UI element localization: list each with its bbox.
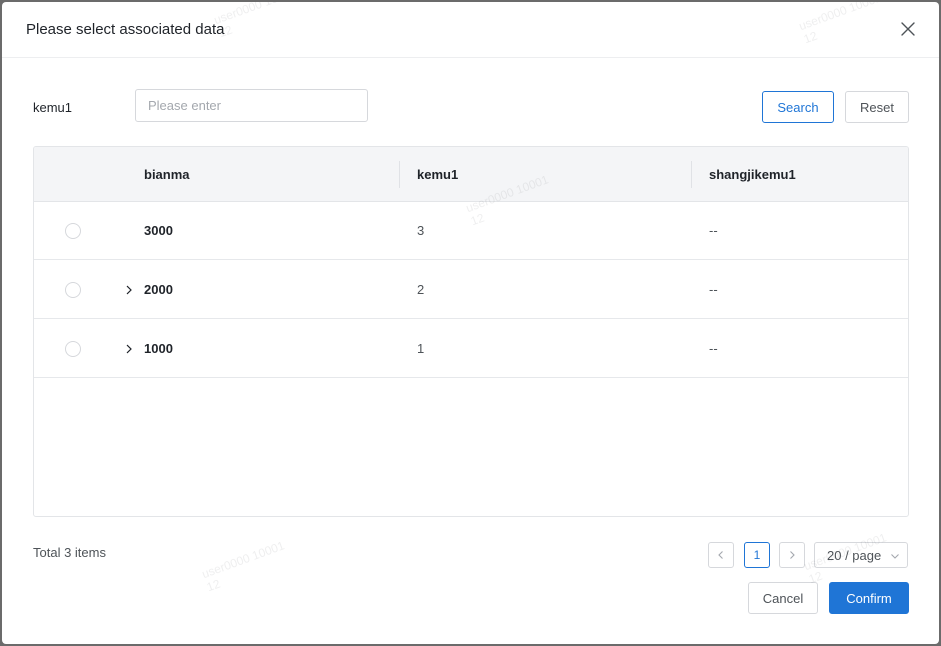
table-row[interactable]: 1000 1 -- xyxy=(34,320,908,378)
dialog-title: Please select associated data xyxy=(26,21,225,38)
chevron-down-icon xyxy=(891,552,899,560)
cell-kemu1: 2 xyxy=(417,282,425,297)
column-header-kemu1[interactable]: kemu1 xyxy=(417,147,458,202)
page-size-select[interactable]: 20 / page xyxy=(814,542,908,568)
cell-kemu1: 1 xyxy=(417,341,425,356)
column-divider[interactable] xyxy=(691,161,692,188)
row-radio[interactable] xyxy=(65,223,81,239)
next-page-button[interactable] xyxy=(779,542,805,568)
watermark-line: user0000 10001 xyxy=(200,538,287,582)
chevron-right-icon xyxy=(126,285,132,295)
cell-shangjikemu1: -- xyxy=(709,341,718,356)
close-icon xyxy=(901,22,915,36)
expand-row-button[interactable] xyxy=(122,282,136,298)
chevron-right-icon xyxy=(126,344,132,354)
cell-bianma: 1000 xyxy=(144,341,173,356)
data-table: bianma kemu1 shangjikemu1 3000 3 -- 2000… xyxy=(33,146,909,517)
row-radio[interactable] xyxy=(65,282,81,298)
chevron-left-icon xyxy=(718,551,723,559)
column-header-shangjikemu1[interactable]: shangjikemu1 xyxy=(709,147,796,202)
table-row[interactable]: 3000 3 -- xyxy=(34,202,908,260)
cell-shangjikemu1: -- xyxy=(709,282,718,297)
column-divider[interactable] xyxy=(399,161,400,188)
cell-kemu1: 3 xyxy=(417,223,425,238)
watermark-line: 12 xyxy=(204,576,223,595)
filter-label: kemu1 xyxy=(33,100,73,115)
select-data-dialog: Please select associated data kemu1 Sear… xyxy=(2,2,939,644)
cell-bianma: 2000 xyxy=(144,282,173,297)
total-items-text: Total 3 items xyxy=(33,545,106,560)
cell-bianma: 3000 xyxy=(144,223,173,238)
close-button[interactable] xyxy=(897,18,919,40)
table-row[interactable]: 2000 2 -- xyxy=(34,261,908,319)
watermark: user0000 10001 12 xyxy=(200,538,291,594)
cell-shangjikemu1: -- xyxy=(709,223,718,238)
row-radio[interactable] xyxy=(65,341,81,357)
table-header: bianma kemu1 shangjikemu1 xyxy=(34,147,908,202)
page-number-button[interactable]: 1 xyxy=(744,542,770,568)
previous-page-button[interactable] xyxy=(708,542,734,568)
reset-button[interactable]: Reset xyxy=(845,91,909,123)
expand-row-button[interactable] xyxy=(122,341,136,357)
dialog-header: Please select associated data xyxy=(2,2,939,58)
page-size-value: 20 / page xyxy=(827,547,882,563)
search-button[interactable]: Search xyxy=(762,91,834,123)
confirm-button[interactable]: Confirm xyxy=(829,582,909,614)
chevron-right-icon xyxy=(790,551,795,559)
column-header-bianma[interactable]: bianma xyxy=(144,147,190,202)
cancel-button[interactable]: Cancel xyxy=(748,582,818,614)
kemu1-search-input[interactable] xyxy=(135,89,368,122)
